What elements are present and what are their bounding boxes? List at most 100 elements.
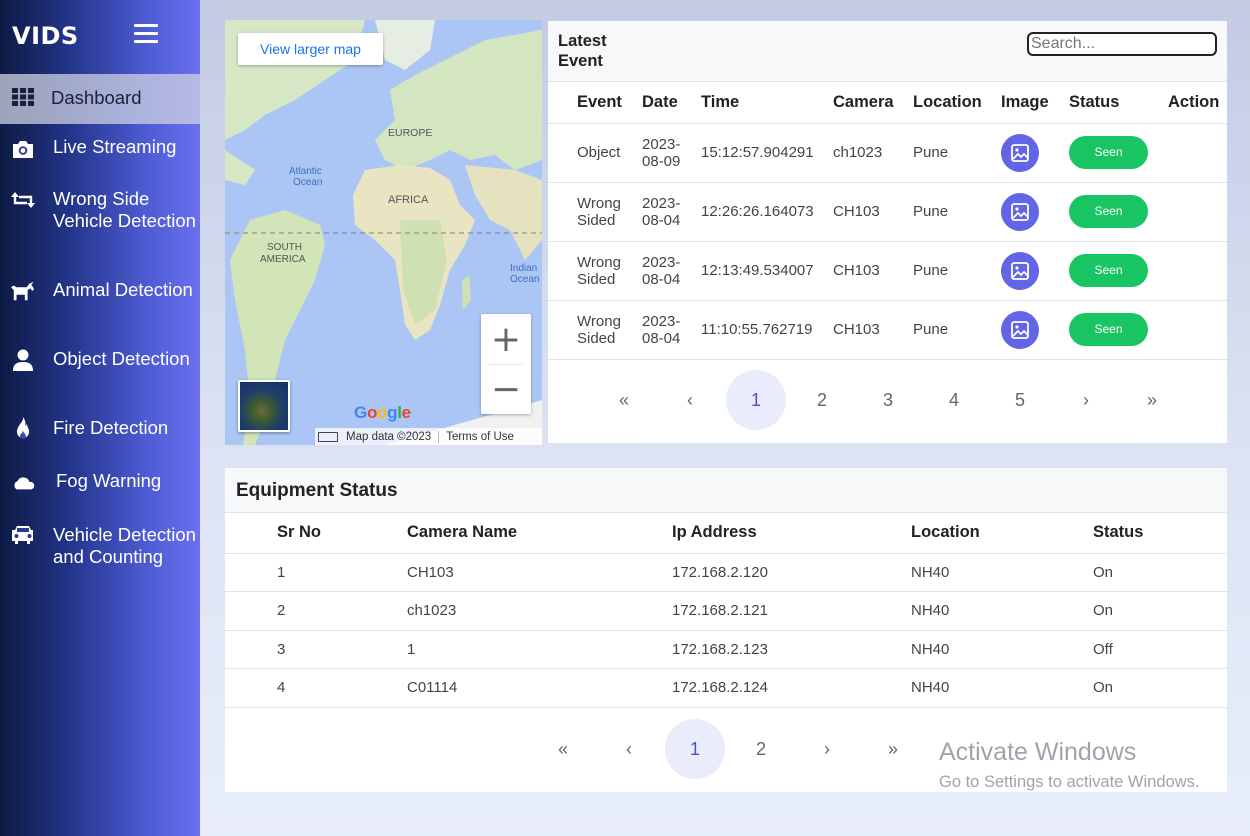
sidebar-item-wrong-side[interactable]: Wrong Side Vehicle Detection [0, 188, 200, 258]
first-page-button[interactable]: « [530, 719, 596, 779]
svg-text:Indian: Indian [510, 263, 537, 274]
watermark-subtitle: Go to Settings to activate Windows. [939, 773, 1200, 791]
col-camera-name: Camera Name [407, 513, 672, 554]
sidebar-item-label: Live Streaming [53, 136, 177, 157]
col-event: Event [577, 82, 642, 124]
user-icon [11, 349, 35, 371]
location-cell: NH40 [911, 668, 1093, 708]
prev-page-button[interactable]: ‹ [657, 370, 723, 430]
view-larger-map-button[interactable]: View larger map [238, 33, 383, 65]
terms-link[interactable]: Terms of Use [446, 431, 514, 443]
sidebar-item-live-streaming[interactable]: Live Streaming [0, 124, 200, 174]
event-cell: Wrong Sided [577, 300, 642, 360]
table-row: 3 1 172.168.2.123 NH40 Off [225, 630, 1227, 669]
sidebar-item-label: Dashboard [51, 87, 142, 108]
svg-text:EUROPE: EUROPE [388, 127, 432, 139]
last-page-button[interactable]: » [860, 719, 926, 779]
latest-event-card: Latest Event Event Date Time Camera Loca… [548, 21, 1227, 443]
page-button[interactable]: 3 [855, 370, 921, 430]
page-button[interactable]: 5 [987, 370, 1053, 430]
search-input[interactable] [1027, 32, 1217, 56]
location-cell: Pune [913, 241, 1001, 301]
car-icon [11, 525, 35, 547]
seen-status-button[interactable]: Seen [1069, 195, 1148, 228]
camera-cell: ch1023 [833, 123, 913, 183]
time-cell: 15:12:57.904291 [701, 123, 833, 183]
table-row: Wrong Sided 2023-08-04 12:13:49.534007 C… [548, 241, 1227, 301]
col-camera: Camera [833, 82, 913, 124]
sidebar-item-object[interactable]: Object Detection [0, 348, 200, 396]
equipment-table: Sr No Camera Name Ip Address Location St… [225, 513, 1227, 708]
location-cell: Pune [913, 123, 1001, 183]
image-icon[interactable] [1001, 310, 1039, 349]
location-cell: NH40 [911, 591, 1093, 631]
prev-page-button[interactable]: ‹ [596, 719, 662, 779]
date-cell: 2023-08-04 [642, 182, 701, 242]
watermark-title: Activate Windows [939, 738, 1137, 766]
page-button[interactable]: 4 [921, 370, 987, 430]
time-cell: 12:26:26.164073 [701, 182, 833, 242]
seen-status-button[interactable]: Seen [1069, 254, 1148, 287]
col-time: Time [701, 82, 833, 124]
col-sr-no: Sr No [277, 513, 407, 554]
image-icon[interactable] [1001, 133, 1039, 172]
cloud-icon [12, 471, 36, 493]
latest-event-title: Latest Event [558, 32, 607, 70]
seen-status-button[interactable]: Seen [1069, 136, 1148, 169]
date-cell: 2023-08-04 [642, 300, 701, 360]
svg-text:AFRICA: AFRICA [388, 194, 429, 206]
table-row: Wrong Sided 2023-08-04 12:26:26.164073 C… [548, 182, 1227, 242]
table-row: 4 C01114 172.168.2.124 NH40 On [225, 668, 1227, 708]
zoom-in-button[interactable]: + [481, 314, 531, 364]
svg-text:Ocean: Ocean [510, 274, 539, 285]
camera-cell: CH103 [833, 241, 913, 301]
zoom-controls: + − [481, 314, 531, 414]
sidebar-item-fog[interactable]: Fog Warning [0, 470, 200, 498]
date-cell: 2023-08-04 [642, 241, 701, 301]
menu-toggle-icon[interactable] [134, 24, 158, 44]
sidebar-item-label: Fog Warning [56, 470, 162, 491]
ip-cell: 172.168.2.121 [672, 591, 911, 631]
table-row: 2 ch1023 172.168.2.121 NH40 On [225, 591, 1227, 631]
seen-status-button[interactable]: Seen [1069, 313, 1148, 346]
page-button[interactable]: 2 [789, 370, 855, 430]
camera-name-cell: ch1023 [407, 591, 672, 631]
next-page-button[interactable]: › [794, 719, 860, 779]
table-row: Object 2023-08-09 15:12:57.904291 ch1023… [548, 123, 1227, 183]
brand-logo: VIDS [12, 22, 79, 50]
status-cell: On [1093, 591, 1227, 631]
page-button[interactable]: 1 [665, 719, 725, 779]
ip-cell: 172.168.2.124 [672, 668, 911, 708]
ip-cell: 172.168.2.123 [672, 630, 911, 669]
satellite-toggle-button[interactable] [238, 380, 290, 432]
image-icon[interactable] [1001, 192, 1039, 231]
zoom-out-button[interactable]: − [481, 364, 531, 414]
svg-text:AMERICA: AMERICA [260, 254, 306, 265]
camera-name-cell: 1 [407, 630, 672, 669]
horse-icon [11, 280, 35, 302]
first-page-button[interactable]: « [591, 370, 657, 430]
map-panel[interactable]: EUROPE AFRICA SOUTH AMERICA Atlantic Oce… [225, 20, 542, 445]
image-icon[interactable] [1001, 251, 1039, 290]
svg-text:SOUTH: SOUTH [267, 242, 302, 253]
camera-name-cell: C01114 [407, 668, 672, 708]
sidebar-item-label: Object Detection [53, 348, 190, 369]
sidebar-item-animal[interactable]: Animal Detection [0, 279, 200, 327]
status-cell: On [1093, 553, 1227, 592]
next-page-button[interactable]: › [1053, 370, 1119, 430]
sr-cell: 3 [277, 630, 407, 669]
time-cell: 12:13:49.534007 [701, 241, 833, 301]
sidebar-item-dashboard[interactable]: Dashboard [0, 74, 200, 124]
sidebar-item-label: Animal Detection [53, 279, 193, 300]
sidebar-item-label: Vehicle Detection and Counting [53, 524, 196, 567]
sidebar-item-fire[interactable]: Fire Detection [0, 417, 200, 445]
event-table: Event Date Time Camera Location Image St… [548, 82, 1227, 360]
page-button[interactable]: 2 [728, 719, 794, 779]
keyboard-icon[interactable] [318, 431, 338, 442]
page-button[interactable]: 1 [726, 370, 786, 430]
col-status: Status [1093, 513, 1227, 554]
sr-cell: 2 [277, 591, 407, 631]
windows-activation-watermark: Activate Windows Go to Settings to activ… [939, 738, 1199, 792]
last-page-button[interactable]: » [1119, 370, 1185, 430]
sidebar-item-vehicle-counting[interactable]: Vehicle Detection and Counting [0, 524, 200, 594]
